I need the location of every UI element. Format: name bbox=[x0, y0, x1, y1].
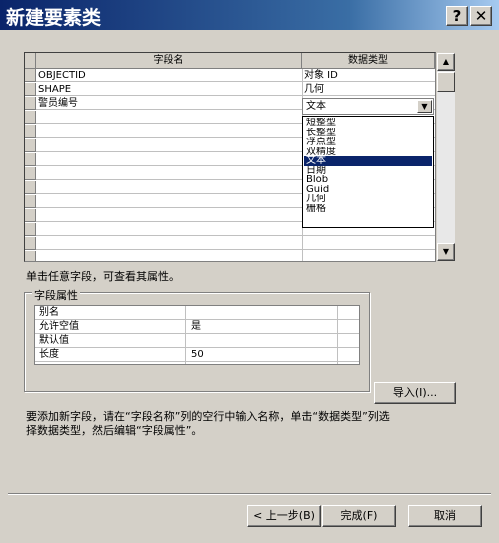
separator bbox=[8, 493, 491, 495]
cancel-button[interactable]: 取消 bbox=[408, 505, 482, 527]
property-row[interactable]: 别名 bbox=[35, 306, 359, 320]
properties-table[interactable]: 别名 允许空值 是 默认值 长度 50 bbox=[34, 305, 360, 365]
finish-button[interactable]: 完成(F) bbox=[322, 505, 396, 527]
row-selector[interactable] bbox=[25, 69, 36, 82]
data-type-cell[interactable]: 几何 bbox=[304, 83, 432, 96]
dropdown-option[interactable]: Guid bbox=[304, 185, 432, 195]
instructions-line: 择数据类型，然后编辑“字段属性”。 bbox=[26, 424, 203, 437]
data-type-dropdown[interactable]: 短整型 长整型 浮点型 双精度 文本 日期 Blob Guid 几何 栅格 bbox=[302, 116, 434, 228]
row-selector[interactable] bbox=[25, 97, 36, 110]
row-selector[interactable] bbox=[25, 195, 36, 208]
row-selector[interactable] bbox=[25, 139, 36, 152]
dropdown-option[interactable]: 栅格 bbox=[304, 204, 432, 214]
field-name-cell[interactable]: SHAPE bbox=[38, 83, 300, 96]
property-label: 长度 bbox=[39, 349, 59, 360]
table-row[interactable] bbox=[36, 251, 435, 261]
scroll-up-icon[interactable]: ▲ bbox=[437, 53, 455, 71]
window-title: 新建要素类 bbox=[6, 7, 102, 29]
dropdown-option[interactable]: 双精度 bbox=[304, 147, 432, 157]
row-selector[interactable] bbox=[25, 251, 36, 261]
row-selector[interactable] bbox=[25, 167, 36, 180]
row-selector[interactable] bbox=[25, 237, 36, 250]
row-selector[interactable] bbox=[25, 153, 36, 166]
data-type-cell[interactable]: 对象 ID bbox=[304, 69, 432, 82]
property-value[interactable]: 是 bbox=[191, 320, 201, 334]
grid-corner-header bbox=[25, 53, 36, 69]
row-selector[interactable] bbox=[25, 181, 36, 194]
help-button[interactable]: ? bbox=[446, 6, 468, 26]
dropdown-option[interactable]: 几何 bbox=[304, 194, 432, 204]
row-selector[interactable] bbox=[25, 223, 36, 236]
data-type-header[interactable]: 数据类型 bbox=[302, 53, 435, 69]
instructions-line: 要添加新字段，请在“字段名称”列的空行中输入名称，单击“数据类型”列选 bbox=[26, 410, 390, 423]
hint-text: 单击任意字段，可查看其属性。 bbox=[26, 270, 180, 283]
table-row[interactable]: OBJECTID 对象 ID bbox=[36, 69, 435, 82]
group-label: 字段属性 bbox=[32, 287, 80, 303]
property-value[interactable]: 50 bbox=[191, 348, 204, 362]
dropdown-option[interactable]: 日期 bbox=[304, 166, 432, 176]
back-button[interactable]: < 上一步(B) bbox=[247, 505, 321, 527]
field-name-header[interactable]: 字段名 bbox=[36, 53, 302, 69]
grid-scrollbar[interactable]: ▲ ▼ bbox=[436, 52, 456, 262]
row-selector[interactable] bbox=[25, 209, 36, 222]
table-row[interactable] bbox=[36, 237, 435, 250]
dropdown-option-highlighted[interactable]: 文本 bbox=[304, 156, 432, 166]
dropdown-option[interactable]: Blob bbox=[304, 175, 432, 185]
property-row[interactable]: 允许空值 是 bbox=[35, 320, 359, 334]
combo-value: 文本 bbox=[306, 101, 326, 112]
row-selector[interactable] bbox=[25, 111, 36, 124]
dropdown-option[interactable]: 浮点型 bbox=[304, 137, 432, 147]
dropdown-option[interactable]: 短整型 bbox=[304, 118, 432, 128]
property-row[interactable]: 长度 50 bbox=[35, 348, 359, 362]
row-selector[interactable] bbox=[25, 83, 36, 96]
dropdown-option[interactable]: 长整型 bbox=[304, 128, 432, 138]
close-button[interactable]: ✕ bbox=[470, 6, 492, 26]
row-selector[interactable] bbox=[25, 125, 36, 138]
property-label: 别名 bbox=[39, 307, 59, 318]
scroll-down-icon[interactable]: ▼ bbox=[437, 243, 455, 261]
property-label: 默认值 bbox=[39, 335, 69, 346]
property-label: 允许空值 bbox=[39, 321, 79, 332]
field-name-cell[interactable]: 警员编号 bbox=[38, 97, 300, 110]
table-row[interactable]: SHAPE 几何 bbox=[36, 83, 435, 96]
instructions-text: 要添加新字段，请在“字段名称”列的空行中输入名称，单击“数据类型”列选 择数据类… bbox=[26, 410, 390, 438]
data-type-combo[interactable]: 文本 ▼ bbox=[302, 98, 434, 115]
field-name-cell[interactable]: OBJECTID bbox=[38, 69, 300, 82]
scroll-thumb[interactable] bbox=[437, 72, 455, 92]
chevron-down-icon[interactable]: ▼ bbox=[417, 100, 432, 113]
import-button[interactable]: 导入(I)... bbox=[374, 382, 456, 404]
property-row[interactable]: 默认值 bbox=[35, 334, 359, 348]
